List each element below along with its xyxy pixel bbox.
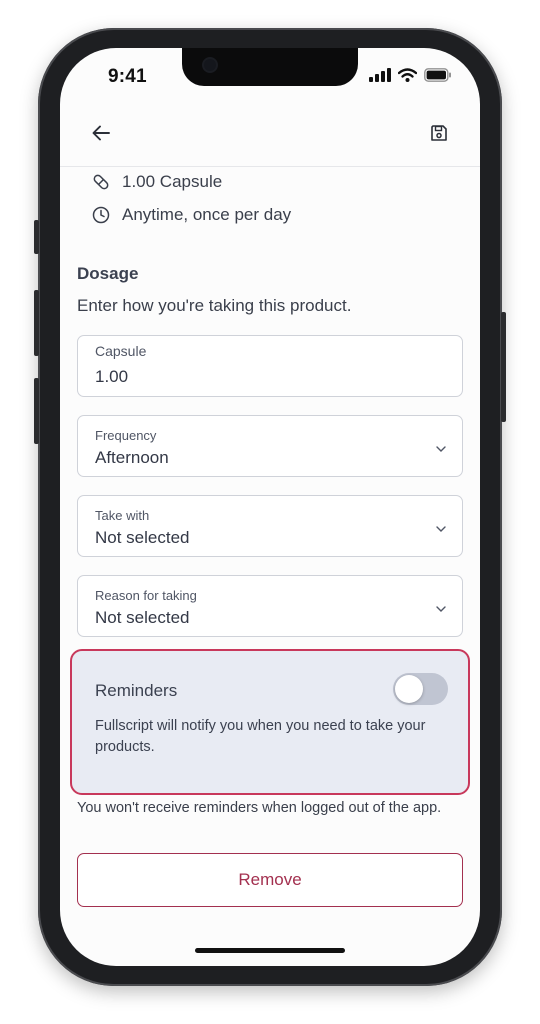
remove-button[interactable]: Remove (77, 853, 463, 907)
volume-down-button (34, 378, 39, 444)
camera (204, 59, 216, 71)
reason-select[interactable]: Reason for taking Not selected (77, 575, 463, 637)
notch (182, 48, 358, 86)
status-time: 9:41 (108, 66, 147, 87)
chevron-down-icon (436, 526, 446, 532)
save-icon (431, 125, 447, 141)
chevron-down-icon (436, 606, 446, 612)
reminders-note: You won't receive reminders when logged … (77, 800, 442, 816)
frequency-select-value: Afternoon (95, 448, 169, 467)
summary-amount: 1.00 Capsule (92, 172, 222, 192)
screen: 9:41 1.00 Capsule Anytime, once per day … (60, 48, 480, 966)
take-with-select-value: Not selected (95, 528, 190, 547)
power-button (501, 312, 506, 422)
back-button[interactable] (86, 118, 116, 148)
wifi-icon (398, 68, 417, 82)
save-button[interactable] (424, 118, 454, 148)
reminders-toggle[interactable] (393, 673, 448, 705)
dosage-title: Dosage (77, 264, 139, 283)
take-with-select-label: Take with (95, 508, 150, 523)
capsule-field[interactable]: Capsule 1.00 (77, 335, 463, 397)
reminders-title: Reminders (95, 681, 178, 700)
reason-select-value: Not selected (95, 608, 190, 627)
dosage-description: Enter how you're taking this product. (77, 296, 352, 315)
capsule-field-label: Capsule (95, 343, 147, 359)
summary-schedule-text: Anytime, once per day (122, 205, 292, 224)
frequency-select-label: Frequency (95, 428, 157, 443)
battery-icon (424, 68, 451, 82)
signal-icon (369, 68, 391, 82)
summary-schedule: Anytime, once per day (92, 205, 291, 225)
back-arrow-icon (92, 125, 110, 141)
side-button (34, 220, 39, 254)
take-with-select[interactable]: Take with Not selected (77, 495, 463, 557)
home-indicator (195, 948, 345, 953)
reason-select-label: Reason for taking (95, 588, 197, 603)
volume-up-button (34, 290, 39, 356)
summary-amount-text: 1.00 Capsule (122, 172, 223, 191)
toggle-knob (395, 675, 423, 703)
capsule-field-value: 1.00 (95, 367, 129, 386)
chevron-down-icon (436, 446, 446, 452)
app-bar (60, 114, 480, 167)
pill-icon (93, 174, 109, 190)
reminders-card: Reminders Fullscript will notify you whe… (70, 649, 470, 795)
frequency-select[interactable]: Frequency Afternoon (77, 415, 463, 477)
reminders-description: Fullscript will notify you when you need… (95, 718, 426, 755)
status-icons (369, 68, 452, 82)
clock-icon (92, 206, 110, 224)
